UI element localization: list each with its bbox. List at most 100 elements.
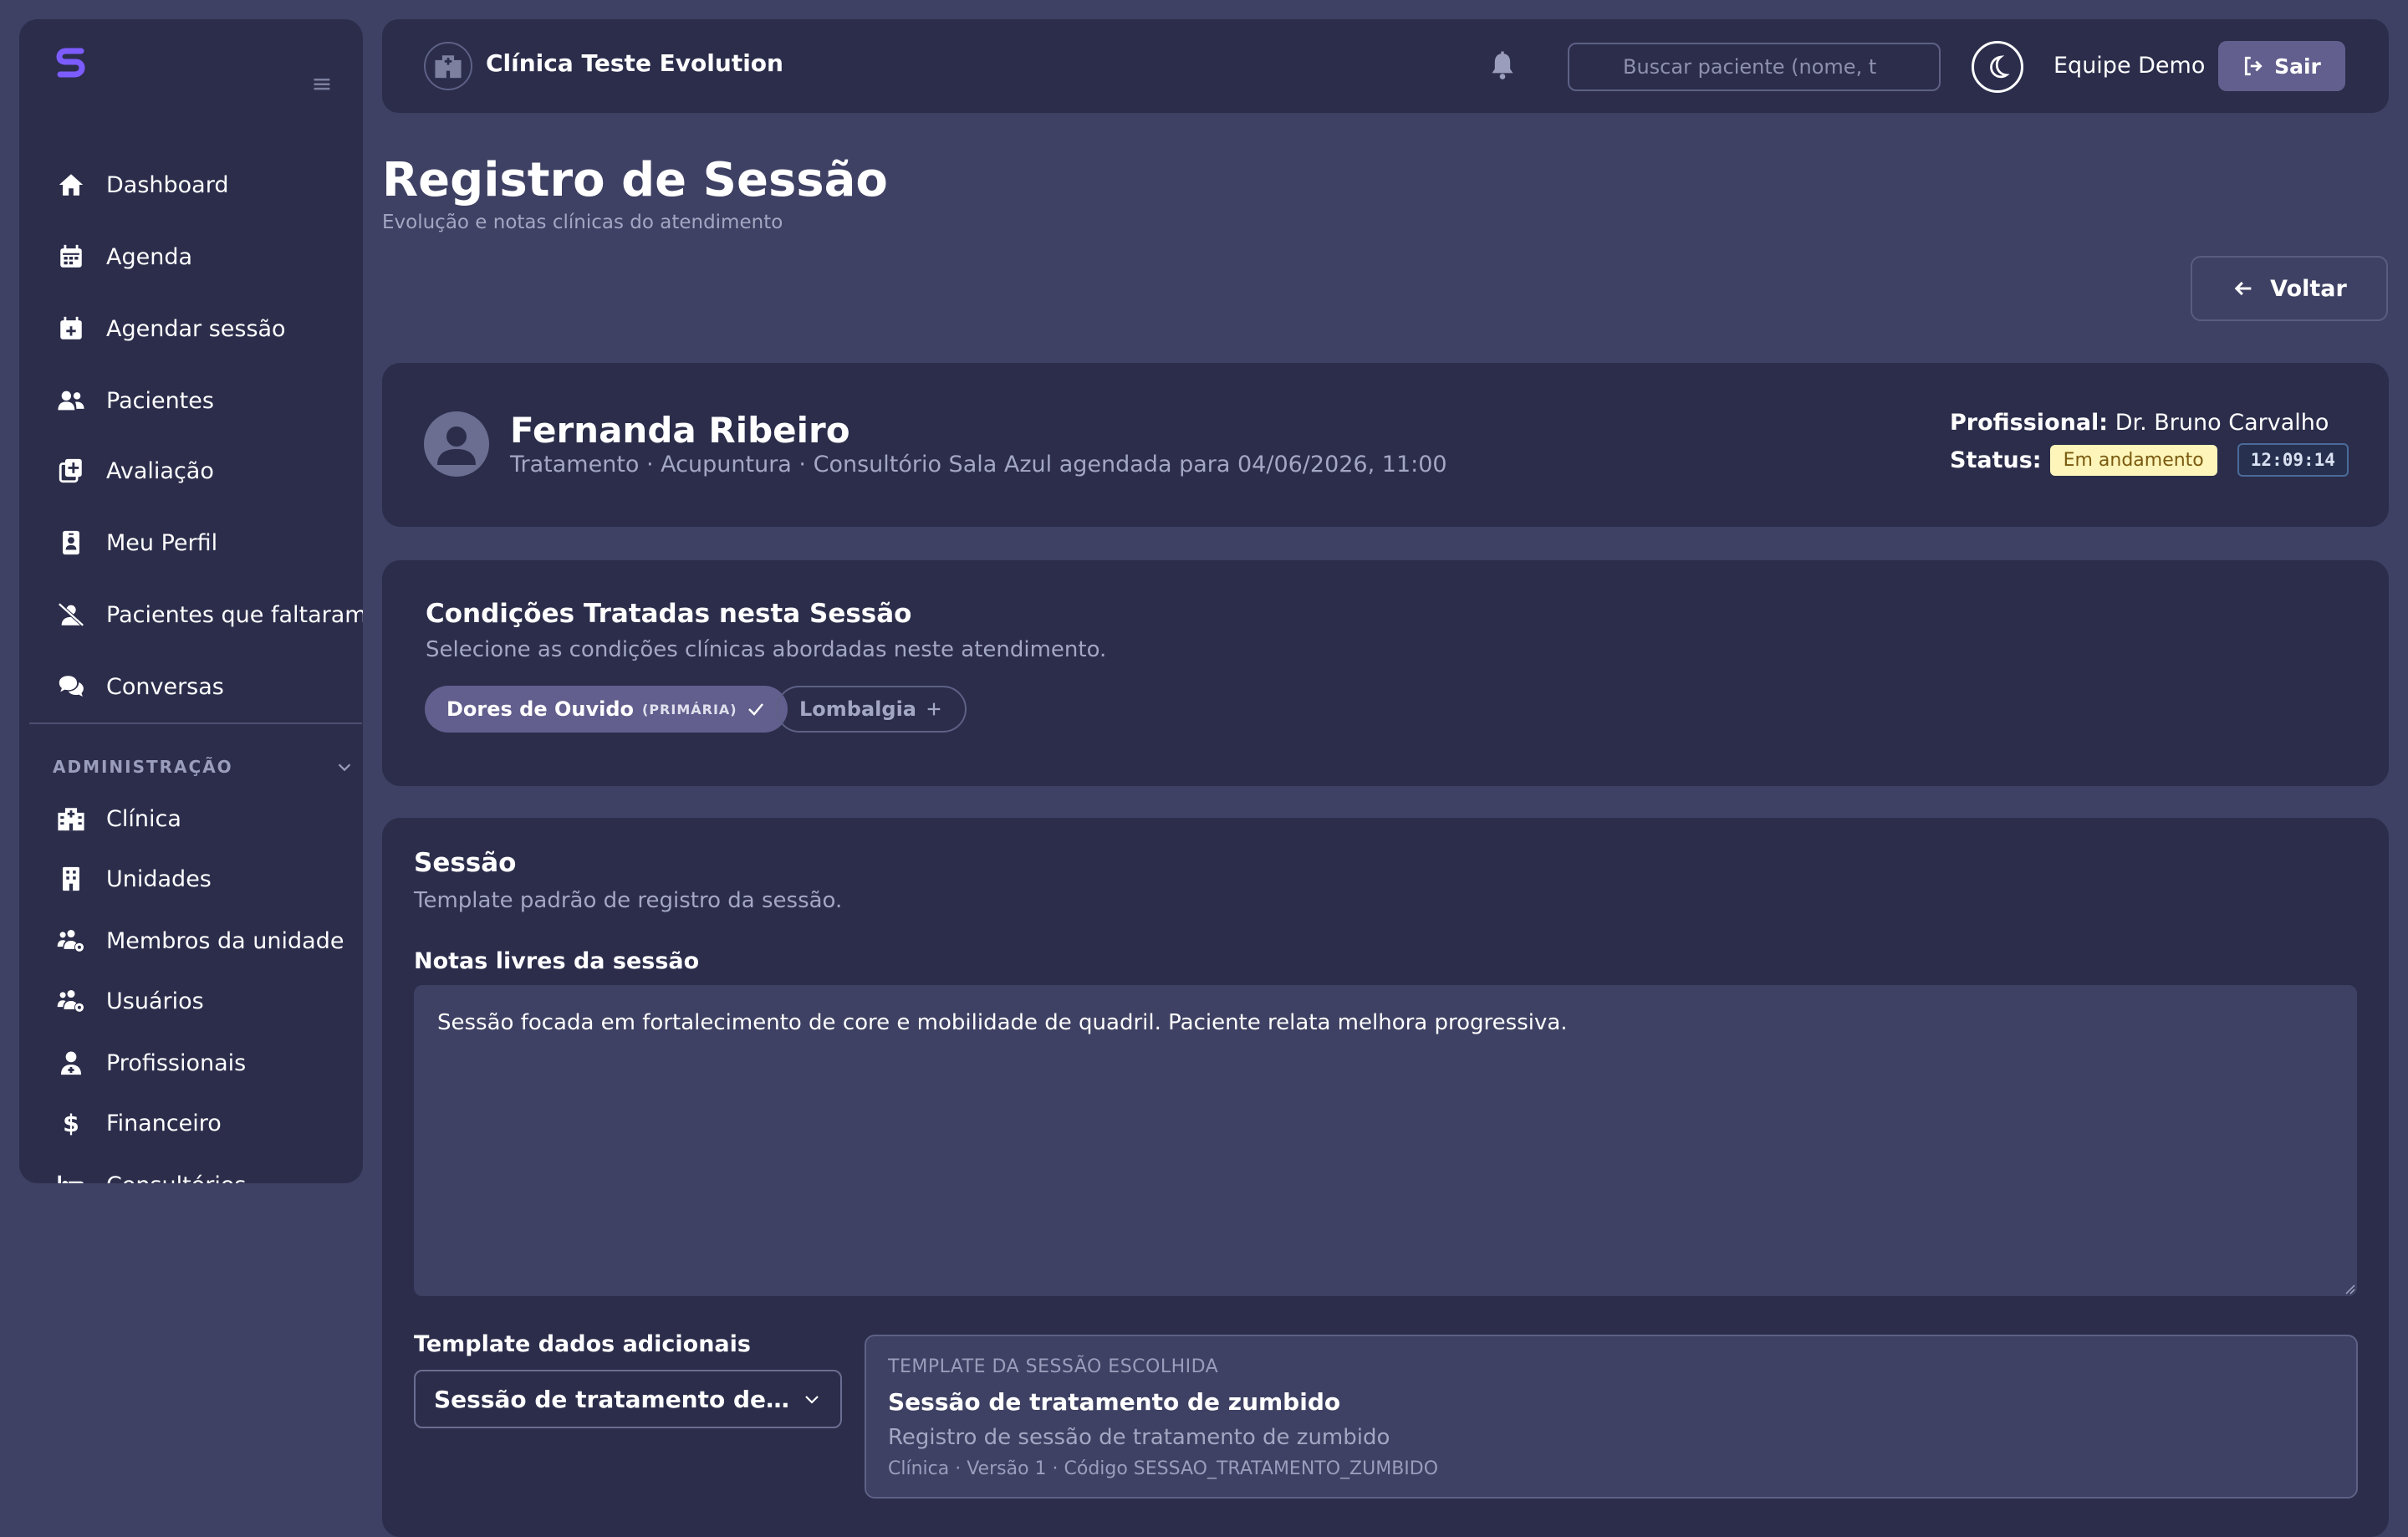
calendar-icon bbox=[53, 238, 89, 275]
sidebar-item-profissionais[interactable]: Profissionais bbox=[53, 1038, 363, 1088]
sidebar-item-avaliacao[interactable]: Avaliação bbox=[53, 446, 363, 496]
sidebar-item-label: Avaliação bbox=[106, 457, 214, 484]
building-icon bbox=[53, 860, 89, 897]
professional-name: Dr. Bruno Carvalho bbox=[2115, 410, 2329, 436]
theme-toggle-button[interactable] bbox=[1972, 41, 2023, 93]
sidebar-item-unidades[interactable]: Unidades bbox=[53, 854, 363, 904]
chevron-down-icon bbox=[802, 1389, 822, 1409]
calendar-plus-icon bbox=[53, 310, 89, 347]
chip-label: Dores de Ouvido bbox=[446, 697, 635, 721]
template-card-meta: Clínica · Versão 1 · Código SESSAO_TRATA… bbox=[888, 1458, 1439, 1479]
sidebar-item-dashboard[interactable]: Dashboard bbox=[53, 160, 363, 210]
app-logo[interactable] bbox=[53, 44, 89, 81]
patient-card: Fernanda Ribeiro Tratamento · Acupuntura… bbox=[382, 363, 2389, 527]
professional-label: Profissional: bbox=[1950, 410, 2109, 436]
hospital-icon bbox=[53, 800, 89, 837]
condition-chip-lombalgia[interactable]: Lombalgia bbox=[776, 686, 967, 733]
chevron-down-icon bbox=[335, 758, 354, 776]
sidebar-item-label: Profissionais bbox=[106, 1049, 247, 1076]
conditions-title: Condições Tratadas nesta Sessão bbox=[426, 599, 912, 629]
arrow-left-icon bbox=[2232, 277, 2255, 300]
sidebar-item-agenda[interactable]: Agenda bbox=[53, 232, 363, 282]
sidebar-item-label: Consultórios bbox=[106, 1172, 246, 1184]
sidebar-item-label: Pacientes bbox=[106, 387, 214, 414]
plus-icon bbox=[925, 700, 943, 718]
page-subtitle: Evolução e notas clínicas do atendimento bbox=[382, 212, 783, 233]
sidebar-item-conversas[interactable]: Conversas bbox=[53, 661, 363, 712]
session-timer: 12:09:14 bbox=[2237, 443, 2349, 477]
menu-toggle-icon[interactable]: ≡ bbox=[307, 69, 337, 100]
sidebar-item-label: Meu Perfil bbox=[106, 529, 218, 556]
status-badge: Em andamento bbox=[2049, 444, 2217, 476]
sidebar-item-label: Pacientes que faltaram bbox=[106, 601, 363, 628]
moon-icon bbox=[1985, 54, 2010, 79]
admin-section-toggle[interactable]: ADMINISTRAÇÃO bbox=[53, 750, 354, 784]
professional-info: Profissional: Dr. Bruno Carvalho bbox=[1950, 410, 2329, 436]
topbar: Clínica Teste Evolution Equipe Demo Sair bbox=[382, 19, 2389, 113]
session-title: Sessão bbox=[414, 848, 517, 878]
template-card-eyebrow: TEMPLATE DA SESSÃO ESCOLHIDA bbox=[888, 1356, 1219, 1377]
dollar-icon: $ bbox=[53, 1105, 89, 1141]
sidebar-item-consultorios[interactable]: Consultórios bbox=[53, 1160, 363, 1183]
page-title: Registro de Sessão bbox=[382, 153, 888, 207]
back-label: Voltar bbox=[2270, 275, 2347, 302]
sidebar-item-label: Agendar sessão bbox=[106, 315, 286, 342]
user-slash-icon bbox=[53, 596, 89, 633]
search-input[interactable] bbox=[1568, 43, 1941, 91]
status-label: Status: bbox=[1950, 447, 2042, 473]
sidebar-item-label: Conversas bbox=[106, 673, 224, 700]
user-doctor-icon bbox=[53, 1044, 89, 1081]
template-select-value: Sessão de tratamento de zumbido bbox=[434, 1385, 793, 1413]
resize-handle-icon[interactable] bbox=[2344, 1283, 2355, 1294]
session-notes-textarea[interactable]: Sessão focada em fortalecimento de core … bbox=[414, 985, 2357, 1296]
sidebar-item-usuarios[interactable]: Usuários bbox=[53, 976, 363, 1026]
status-info: Status: Em andamento 12:09:14 bbox=[1950, 443, 2349, 477]
sidebar-item-membros-da-unidade[interactable]: Membros da unidade bbox=[53, 916, 363, 966]
selected-template-card: TEMPLATE DA SESSÃO ESCOLHIDA Sessão de t… bbox=[865, 1335, 2358, 1499]
conditions-description: Selecione as condições clínicas abordada… bbox=[426, 637, 1107, 662]
clipboard-plus-icon bbox=[53, 452, 89, 489]
svg-text:$: $ bbox=[63, 1110, 79, 1137]
condition-chip-dores-de-ouvido[interactable]: Dores de Ouvido (PRIMÁRIA) bbox=[425, 686, 788, 733]
sidebar-item-label: Unidades bbox=[106, 866, 212, 892]
sidebar-item-label: Membros da unidade bbox=[106, 927, 344, 954]
sidebar-item-label: Usuários bbox=[106, 988, 204, 1014]
user-name: Equipe Demo bbox=[2053, 53, 2206, 79]
sidebar-divider bbox=[29, 723, 362, 724]
session-card: Sessão Template padrão de registro da se… bbox=[382, 818, 2389, 1537]
sidebar-item-clinica[interactable]: Clínica bbox=[53, 794, 363, 844]
users-icon bbox=[53, 382, 89, 419]
clinic-name: Clínica Teste Evolution bbox=[486, 49, 783, 77]
session-description: Template padrão de registro da sessão. bbox=[414, 888, 843, 913]
template-select[interactable]: Sessão de tratamento de zumbido bbox=[414, 1370, 842, 1428]
avatar bbox=[424, 411, 489, 477]
users-gear-icon bbox=[53, 983, 89, 1019]
back-button[interactable]: Voltar bbox=[2191, 256, 2388, 321]
bed-icon bbox=[53, 1167, 89, 1183]
sidebar: ≡ Dashboard Agenda Agendar sessão Pacien… bbox=[19, 19, 363, 1183]
admin-section-label: ADMINISTRAÇÃO bbox=[53, 757, 233, 777]
comments-icon bbox=[53, 668, 89, 705]
sidebar-item-financeiro[interactable]: $ Financeiro bbox=[53, 1098, 363, 1148]
template-card-title: Sessão de tratamento de zumbido bbox=[888, 1388, 1341, 1416]
sidebar-item-pacientes[interactable]: Pacientes bbox=[53, 375, 363, 426]
template-card-description: Registro de sessão de tratamento de zumb… bbox=[888, 1425, 1390, 1450]
users-gear-icon bbox=[53, 922, 89, 959]
sidebar-item-label: Agenda bbox=[106, 243, 193, 270]
bell-icon[interactable] bbox=[1486, 49, 1519, 83]
chip-label: Lombalgia bbox=[799, 697, 916, 721]
sidebar-item-label: Financeiro bbox=[106, 1110, 222, 1136]
sign-out-icon bbox=[2242, 55, 2264, 77]
appointment-details: Tratamento · Acupuntura · Consultório Sa… bbox=[510, 452, 1447, 477]
template-label: Template dados adicionais bbox=[414, 1331, 751, 1357]
logout-button[interactable]: Sair bbox=[2218, 41, 2345, 91]
sidebar-item-meu-perfil[interactable]: Meu Perfil bbox=[53, 518, 363, 568]
sidebar-item-pacientes-que-faltaram[interactable]: Pacientes que faltaram bbox=[53, 590, 363, 640]
hospital-icon bbox=[424, 42, 472, 90]
id-badge-icon bbox=[53, 524, 89, 561]
check-icon bbox=[746, 699, 766, 719]
sidebar-item-label: Dashboard bbox=[106, 171, 229, 198]
patient-name: Fernanda Ribeiro bbox=[510, 410, 850, 451]
logout-label: Sair bbox=[2274, 54, 2321, 79]
sidebar-item-agendar-sessao[interactable]: Agendar sessão bbox=[53, 304, 363, 354]
